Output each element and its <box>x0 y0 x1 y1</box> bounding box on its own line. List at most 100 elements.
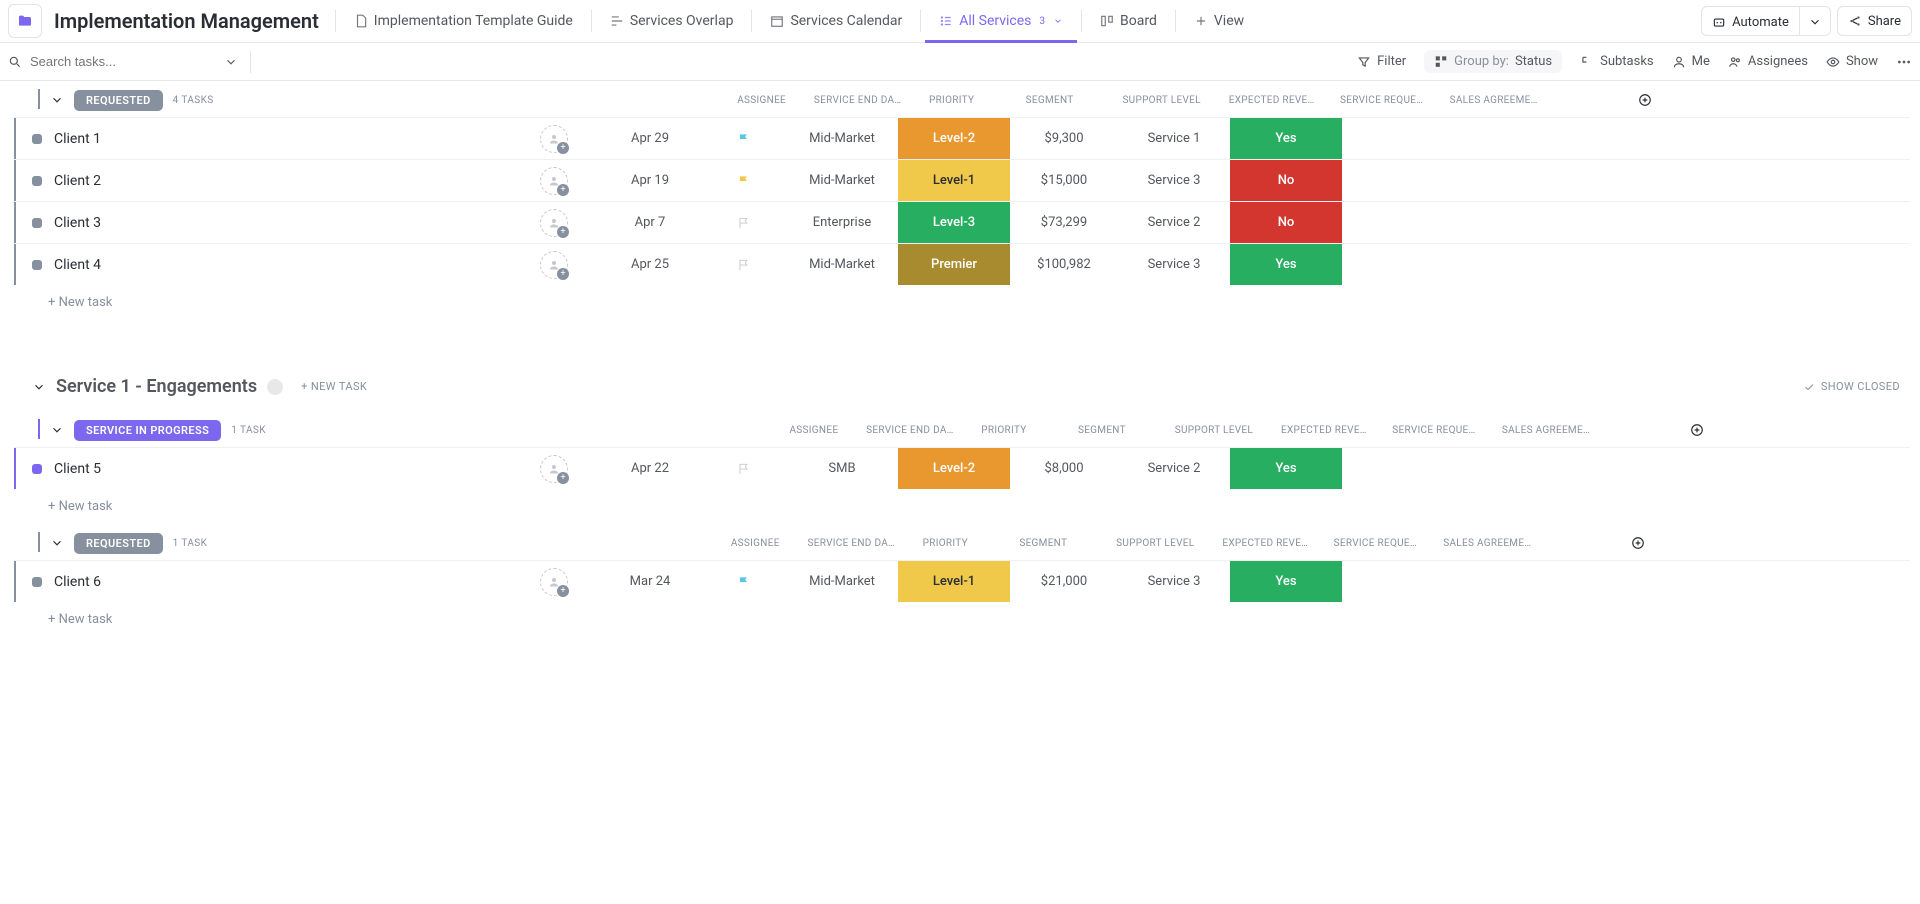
revenue-cell[interactable]: $73,299 <box>1010 202 1118 243</box>
date-cell[interactable]: Apr 7 <box>598 202 702 243</box>
date-cell[interactable]: Apr 25 <box>598 244 702 285</box>
task-row[interactable]: Client 1 + Apr 29 Mid-Market Level-2 $9,… <box>14 117 1910 159</box>
col-assignee[interactable]: ASSIGNEE <box>718 95 806 106</box>
tab-view-add[interactable]: View <box>1180 0 1258 42</box>
assignee-cell[interactable]: + <box>510 561 598 602</box>
assignee-cell[interactable]: + <box>510 448 598 489</box>
priority-cell[interactable] <box>702 244 786 285</box>
task-row[interactable]: Client 4 + Apr 25 Mid-Market Premier $10… <box>14 243 1910 285</box>
revenue-cell[interactable]: $9,300 <box>1010 118 1118 159</box>
revenue-cell[interactable]: $100,982 <box>1010 244 1118 285</box>
status-dot[interactable] <box>32 176 42 186</box>
add-column-button[interactable] <box>1634 89 1656 111</box>
agreement-cell[interactable]: No <box>1230 160 1342 201</box>
segment-cell[interactable]: Enterprise <box>786 202 898 243</box>
date-cell[interactable]: Apr 22 <box>598 448 702 489</box>
segment-cell[interactable]: Mid-Market <box>786 118 898 159</box>
col-service-req[interactable]: SERVICE REQUE… <box>1319 538 1431 549</box>
priority-cell[interactable] <box>702 118 786 159</box>
agreement-cell[interactable]: Yes <box>1230 561 1342 602</box>
support-cell[interactable]: Level-2 <box>898 448 1010 489</box>
status-dot[interactable] <box>32 218 42 228</box>
col-revenue[interactable]: EXPECTED REVE… <box>1218 95 1326 106</box>
task-row[interactable]: Client 5 + Apr 22 SMB Level-2 $8,000 Ser… <box>14 447 1910 489</box>
col-support[interactable]: SUPPORT LEVEL <box>1106 95 1218 106</box>
col-segment[interactable]: SEGMENT <box>1046 425 1158 436</box>
status-pill[interactable]: REQUESTED <box>74 533 163 554</box>
search-input[interactable] <box>30 54 216 69</box>
service-cell[interactable]: Service 2 <box>1118 448 1230 489</box>
agreement-cell[interactable]: Yes <box>1230 118 1342 159</box>
tab-board[interactable]: Board <box>1086 0 1171 42</box>
chevron-down-icon[interactable] <box>50 423 64 437</box>
support-cell[interactable]: Level-1 <box>898 561 1010 602</box>
task-name[interactable]: Client 4 <box>54 257 101 273</box>
task-row[interactable]: Client 3 + Apr 7 Enterprise Level-3 $73,… <box>14 201 1910 243</box>
agreement-cell[interactable]: Yes <box>1230 448 1342 489</box>
col-priority[interactable]: PRIORITY <box>910 95 994 106</box>
service-cell[interactable]: Service 3 <box>1118 561 1230 602</box>
task-name[interactable]: Client 2 <box>54 173 101 189</box>
new-task-button[interactable]: + New task <box>14 602 1910 637</box>
show-button[interactable]: Show <box>1826 54 1878 69</box>
agreement-cell[interactable]: No <box>1230 202 1342 243</box>
service-cell[interactable]: Service 3 <box>1118 160 1230 201</box>
more-icon[interactable] <box>1896 54 1912 70</box>
groupby-button[interactable]: Group by: Status <box>1424 50 1562 73</box>
chevron-down-icon[interactable] <box>224 55 238 69</box>
col-service-end[interactable]: SERVICE END DA… <box>806 95 910 106</box>
col-service-end[interactable]: SERVICE END DA… <box>799 538 903 549</box>
assignees-button[interactable]: Assignees <box>1728 54 1808 69</box>
date-cell[interactable]: Mar 24 <box>598 561 702 602</box>
tab-all-services[interactable]: All Services 3 <box>925 0 1077 42</box>
segment-cell[interactable]: Mid-Market <box>786 160 898 201</box>
task-row[interactable]: Client 2 + Apr 19 Mid-Market Level-1 $15… <box>14 159 1910 201</box>
support-cell[interactable]: Level-3 <box>898 202 1010 243</box>
share-button[interactable]: Share <box>1837 6 1912 36</box>
col-assignee[interactable]: ASSIGNEE <box>711 538 799 549</box>
task-name[interactable]: Client 5 <box>54 461 101 477</box>
revenue-cell[interactable]: $8,000 <box>1010 448 1118 489</box>
col-support[interactable]: SUPPORT LEVEL <box>1158 425 1270 436</box>
show-closed-button[interactable]: SHOW CLOSED <box>1803 380 1900 393</box>
revenue-cell[interactable]: $15,000 <box>1010 160 1118 201</box>
col-priority[interactable]: PRIORITY <box>962 425 1046 436</box>
agreement-cell[interactable]: Yes <box>1230 244 1342 285</box>
support-cell[interactable]: Level-2 <box>898 118 1010 159</box>
me-button[interactable]: Me <box>1672 54 1710 69</box>
col-segment[interactable]: SEGMENT <box>987 538 1099 549</box>
service-cell[interactable]: Service 3 <box>1118 244 1230 285</box>
task-name[interactable]: Client 3 <box>54 215 101 231</box>
revenue-cell[interactable]: $21,000 <box>1010 561 1118 602</box>
add-column-button[interactable] <box>1686 419 1708 441</box>
task-name[interactable]: Client 6 <box>54 574 101 590</box>
date-cell[interactable]: Apr 19 <box>598 160 702 201</box>
col-service-end[interactable]: SERVICE END DA… <box>858 425 962 436</box>
chevron-down-icon[interactable] <box>50 536 64 550</box>
filter-button[interactable]: Filter <box>1357 54 1406 69</box>
date-cell[interactable]: Apr 29 <box>598 118 702 159</box>
segment-cell[interactable]: Mid-Market <box>786 561 898 602</box>
status-dot[interactable] <box>32 260 42 270</box>
priority-cell[interactable] <box>702 202 786 243</box>
task-row[interactable]: Client 6 + Mar 24 Mid-Market Level-1 $21… <box>14 560 1910 602</box>
assignee-cell[interactable]: + <box>510 244 598 285</box>
priority-cell[interactable] <box>702 561 786 602</box>
col-revenue[interactable]: EXPECTED REVE… <box>1211 538 1319 549</box>
col-revenue[interactable]: EXPECTED REVE… <box>1270 425 1378 436</box>
new-task-button[interactable]: + New task <box>14 489 1910 524</box>
add-column-button[interactable] <box>1627 532 1649 554</box>
status-dot[interactable] <box>32 577 42 587</box>
assignee-cell[interactable]: + <box>510 202 598 243</box>
tab-services-overlap[interactable]: Services Overlap <box>596 0 748 42</box>
chevron-down-icon[interactable] <box>32 380 46 394</box>
automate-button[interactable]: Automate <box>1702 7 1799 36</box>
service-cell[interactable]: Service 1 <box>1118 118 1230 159</box>
col-agreement[interactable]: SALES AGREEME… <box>1431 538 1543 549</box>
new-task-button[interactable]: + New task <box>14 285 1910 320</box>
support-cell[interactable]: Premier <box>898 244 1010 285</box>
new-task-inline[interactable]: + NEW TASK <box>301 380 367 393</box>
col-segment[interactable]: SEGMENT <box>994 95 1106 106</box>
tab-template-guide[interactable]: Implementation Template Guide <box>340 0 587 42</box>
status-pill[interactable]: SERVICE IN PROGRESS <box>74 420 221 441</box>
